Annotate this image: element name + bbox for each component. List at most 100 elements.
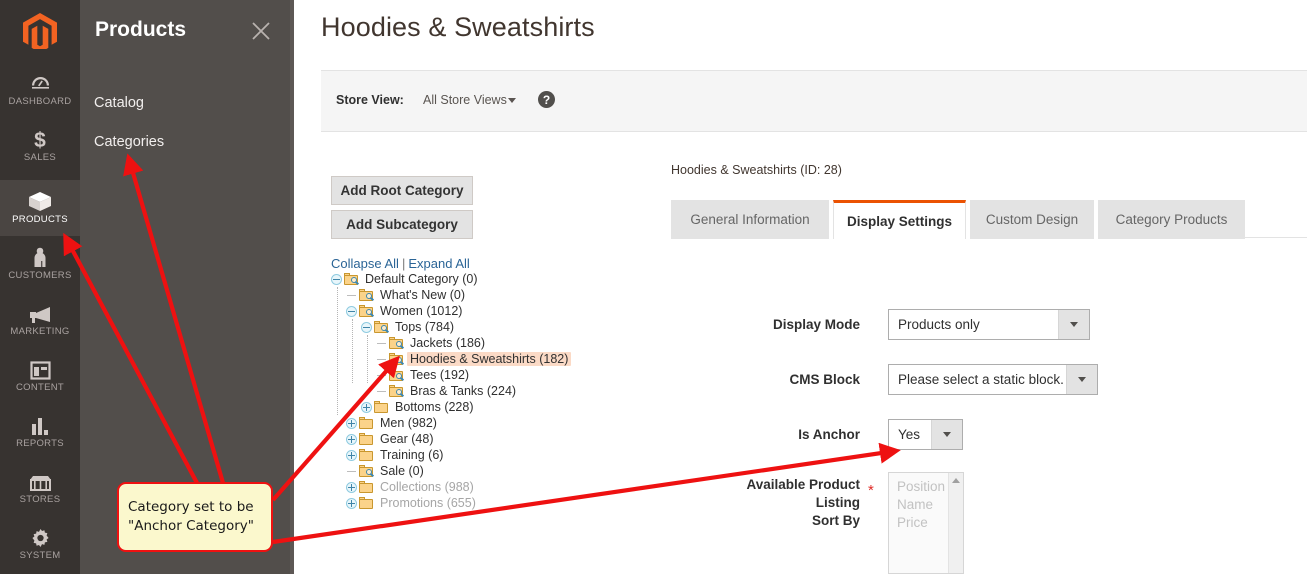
tree-node-label: Men (982) — [380, 416, 437, 430]
chevron-down-icon — [1066, 365, 1097, 394]
gear-icon — [30, 528, 51, 548]
tree-expand-icon[interactable] — [346, 497, 357, 509]
tree-collapse-icon[interactable] — [361, 321, 372, 333]
chevron-up-icon[interactable] — [952, 478, 960, 483]
tree-node[interactable]: Gear (48) — [331, 431, 631, 447]
tree-node[interactable]: Tees (192) — [331, 367, 631, 383]
folder-icon — [374, 400, 389, 414]
sidebar-item-dashboard[interactable]: DASHBOARD — [0, 62, 80, 118]
tab-custom-design[interactable]: Custom Design — [970, 200, 1094, 239]
tree-leaf-dash-icon — [376, 338, 387, 349]
page-title: Hoodies & Sweatshirts — [321, 12, 595, 42]
collapse-all-link[interactable]: Collapse All — [331, 256, 399, 271]
tree-node-label: What's New (0) — [380, 288, 466, 302]
tree-expand-icon[interactable] — [346, 417, 357, 429]
tree-node-label: Tops (784) — [395, 320, 455, 334]
tree-node-label: Tees (192) — [410, 368, 470, 382]
sort-by-label-line1: Available Product Listing — [746, 477, 860, 510]
sidebar-item-system[interactable]: SYSTEM — [0, 516, 80, 572]
tree-collapse-icon[interactable] — [331, 273, 342, 285]
tree-expand-icon[interactable] — [361, 401, 372, 413]
add-root-category-button[interactable]: Add Root Category — [331, 176, 473, 205]
flyout-edge-divider — [290, 0, 294, 574]
flyout-item-categories[interactable]: Categories — [94, 134, 164, 150]
layout-icon — [29, 360, 51, 380]
tab-label: Category Products — [1115, 212, 1228, 227]
folder-icon — [359, 416, 374, 430]
is-anchor-select[interactable]: Yes — [888, 419, 963, 450]
tree-node[interactable]: What's New (0) — [331, 287, 631, 303]
sidebar-item-sales[interactable]: $ SALES — [0, 118, 80, 174]
sidebar-item-products[interactable]: PRODUCTS — [0, 180, 80, 236]
sidebar-item-reports[interactable]: REPORTS — [0, 404, 80, 460]
tree-node[interactable]: Default Category (0) — [331, 271, 631, 287]
expand-all-link[interactable]: Expand All — [408, 256, 469, 271]
required-asterisk: * — [868, 482, 874, 499]
folder-search-icon — [389, 368, 405, 382]
close-icon[interactable] — [248, 18, 274, 44]
tree-node[interactable]: Sale (0) — [331, 463, 631, 479]
tree-node[interactable]: Tops (784) — [331, 319, 631, 335]
sidebar-item-label: DASHBOARD — [8, 95, 72, 107]
sidebar-item-stores[interactable]: STORES — [0, 460, 80, 516]
tab-category-products[interactable]: Category Products — [1098, 200, 1245, 239]
tree-node-label: Hoodies & Sweatshirts (182) — [407, 352, 572, 366]
display-mode-select[interactable]: Products only — [888, 309, 1090, 340]
cms-block-select[interactable]: Please select a static block. — [888, 364, 1098, 395]
tab-label: General Information — [690, 212, 810, 227]
folder-icon — [359, 480, 374, 494]
magento-logo[interactable] — [0, 0, 80, 62]
tree-node-label: Collections (988) — [380, 480, 474, 494]
tree-node[interactable]: Training (6) — [331, 447, 631, 463]
cms-block-value: Please select a static block. — [898, 372, 1064, 387]
tree-node[interactable]: Bottoms (228) — [331, 399, 631, 415]
tab-label: Display Settings — [846, 213, 953, 229]
tree-node-label: Bottoms (228) — [395, 400, 474, 414]
flyout-item-catalog[interactable]: Catalog — [94, 95, 144, 111]
sidebar-item-label: MARKETING — [10, 325, 70, 337]
display-mode-value: Products only — [898, 317, 980, 332]
sidebar-item-label: STORES — [19, 493, 61, 505]
tree-node-label: Women (1012) — [380, 304, 463, 318]
tab-general-information[interactable]: General Information — [671, 200, 829, 239]
tree-node[interactable]: Hoodies & Sweatshirts (182) — [331, 351, 631, 367]
tree-expand-icon[interactable] — [346, 433, 357, 445]
sidebar-item-marketing[interactable]: MARKETING — [0, 292, 80, 348]
add-subcategory-button[interactable]: Add Subcategory — [331, 210, 473, 239]
tree-guide-line — [352, 319, 353, 383]
tree-expand-icon[interactable] — [346, 449, 357, 461]
display-mode-label: Display Mode — [772, 317, 860, 332]
tree-expand-icon[interactable] — [346, 481, 357, 493]
tree-node-label: Default Category (0) — [365, 272, 478, 286]
tree-collapse-icon[interactable] — [346, 305, 357, 317]
sidebar-item-content[interactable]: CONTENT — [0, 348, 80, 404]
folder-search-icon — [389, 336, 405, 350]
tab-display-settings[interactable]: Display Settings — [833, 200, 966, 239]
tree-leaf-dash-icon — [346, 290, 357, 301]
tree-node[interactable]: Women (1012) — [331, 303, 631, 319]
gauge-icon — [30, 74, 51, 94]
multiselect-scrollbar[interactable] — [948, 473, 963, 573]
tree-node-label: Sale (0) — [380, 464, 424, 478]
tab-label: Custom Design — [985, 212, 1079, 227]
folder-search-icon — [389, 384, 405, 398]
storefront-icon — [29, 472, 52, 492]
sort-by-label-line2: Sort By — [811, 513, 860, 528]
store-view-switcher[interactable]: All Store Views — [423, 93, 507, 107]
tree-leaf-dash-icon — [376, 386, 387, 397]
tree-node[interactable]: Bras & Tanks (224) — [331, 383, 631, 399]
tree-guide-line — [337, 287, 338, 415]
svg-text:$: $ — [34, 129, 46, 150]
tree-node[interactable]: Men (982) — [331, 415, 631, 431]
tabs-bottom-rule — [1237, 237, 1307, 238]
tree-node[interactable]: Jackets (186) — [331, 335, 631, 351]
magento-admin-screen: DASHBOARD $ SALES PRODUCTS CUSTOMERS MAR… — [0, 0, 1307, 574]
tree-node[interactable]: Collections (988) — [331, 479, 631, 495]
question-mark-icon[interactable]: ? — [538, 91, 555, 108]
tree-guide-line — [367, 335, 368, 383]
sort-by-multiselect[interactable]: Position Name Price — [888, 472, 964, 574]
sidebar-item-customers[interactable]: CUSTOMERS — [0, 236, 80, 292]
folder-search-icon — [359, 304, 375, 318]
tree-node[interactable]: Promotions (655) — [331, 495, 631, 511]
chevron-down-icon[interactable] — [508, 98, 516, 103]
